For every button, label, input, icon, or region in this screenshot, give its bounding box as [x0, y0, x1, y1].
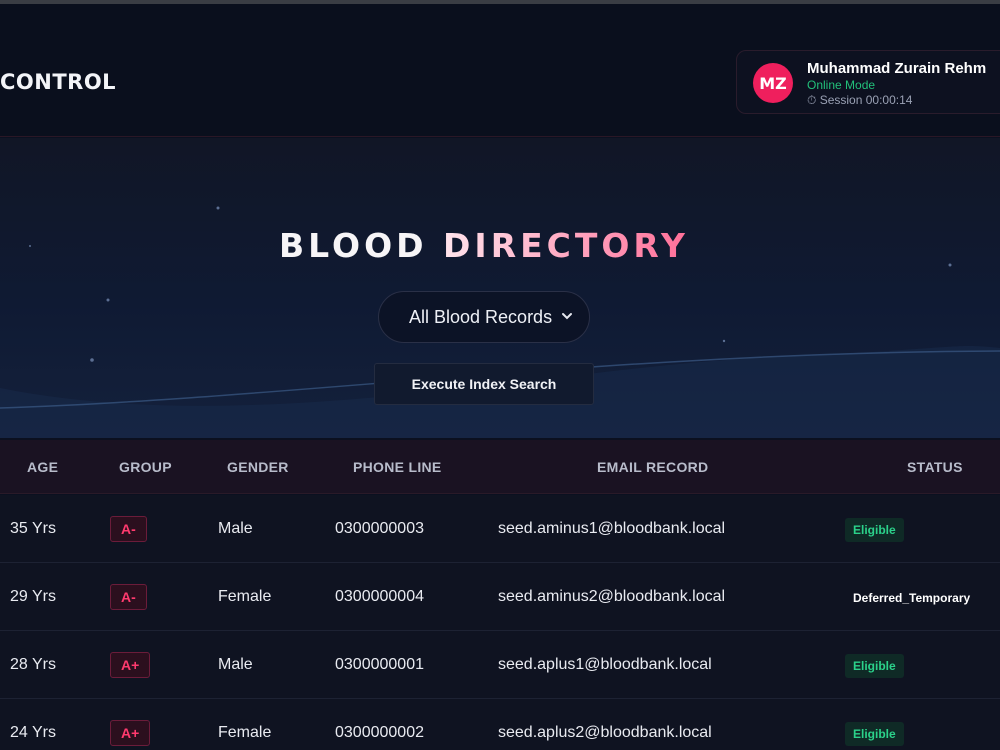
- status-badge: Eligible: [845, 722, 904, 746]
- table-row[interactable]: 24 Yrs A+ Female 0300000002 seed.aplus2@…: [0, 699, 1000, 750]
- email-cell: seed.aplus2@bloodbank.local: [498, 724, 712, 741]
- gender-cell: Female: [218, 588, 272, 605]
- email-cell: seed.aminus2@bloodbank.local: [498, 588, 726, 605]
- age-cell: 35 Yrs: [10, 520, 56, 537]
- donor-table-body: 35 Yrs A- Male 0300000003 seed.aminus1@b…: [0, 495, 1000, 750]
- age-cell: 29 Yrs: [10, 588, 56, 605]
- table-row[interactable]: 28 Yrs A+ Male 0300000001 seed.aplus1@bl…: [0, 631, 1000, 699]
- phone-cell: 0300000002: [335, 724, 424, 741]
- column-header-gender[interactable]: GENDER: [227, 459, 289, 475]
- table-row[interactable]: 35 Yrs A- Male 0300000003 seed.aminus1@b…: [0, 495, 1000, 563]
- brand-title: CONTROL: [0, 70, 117, 94]
- column-header-phone[interactable]: PHONE LINE: [353, 459, 442, 475]
- column-header-email[interactable]: EMAIL RECORD: [597, 459, 708, 475]
- status-badge: Deferred_Temporary: [853, 591, 971, 605]
- blood-group-badge: A+: [110, 720, 151, 746]
- table-row[interactable]: 29 Yrs A- Female 0300000004 seed.aminus2…: [0, 563, 1000, 631]
- column-header-age[interactable]: AGE: [27, 459, 58, 475]
- status-badge: Eligible: [845, 654, 904, 678]
- chevron-down-icon: [562, 313, 572, 320]
- gender-cell: Female: [218, 724, 272, 741]
- status-badge: Eligible: [845, 518, 904, 542]
- user-profile-card[interactable]: MZ Muhammad Zurain Rehm Online Mode ⏱ Se…: [736, 50, 1000, 114]
- email-cell: seed.aplus1@bloodbank.local: [498, 656, 712, 673]
- table-header: AGE GROUP GENDER PHONE LINE EMAIL RECORD…: [0, 440, 1000, 494]
- execute-index-search-button[interactable]: Execute Index Search: [374, 363, 594, 405]
- hero-section: BLOOD DIRECTORY All Blood Records Execut…: [0, 138, 1000, 438]
- filter-selected-value: All Blood Records: [409, 306, 553, 327]
- blood-group-badge: A-: [110, 584, 147, 610]
- age-cell: 28 Yrs: [10, 656, 56, 673]
- app-header: CONTROL MZ Muhammad Zurain Rehm Online M…: [0, 4, 1000, 137]
- page-title-part1: BLOOD: [279, 226, 444, 265]
- column-header-group[interactable]: GROUP: [119, 459, 172, 475]
- page-title: BLOOD DIRECTORY: [0, 226, 968, 265]
- phone-cell: 0300000003: [335, 520, 424, 537]
- age-cell: 24 Yrs: [10, 724, 56, 741]
- email-cell: seed.aminus1@bloodbank.local: [498, 520, 726, 537]
- blood-group-badge: A+: [110, 652, 151, 678]
- phone-cell: 0300000001: [335, 656, 424, 673]
- user-name: Muhammad Zurain Rehm: [807, 60, 987, 77]
- page-title-accent: DIRECTORY: [443, 226, 689, 265]
- user-mode-status: Online Mode: [807, 78, 876, 92]
- column-header-status[interactable]: STATUS: [907, 459, 963, 475]
- blood-group-badge: A-: [110, 516, 147, 542]
- phone-cell: 0300000004: [335, 588, 424, 605]
- gender-cell: Male: [218, 656, 253, 673]
- session-timer: ⏱ Session 00:00:14: [807, 93, 913, 107]
- avatar: MZ: [753, 63, 793, 103]
- blood-records-filter-select[interactable]: All Blood Records: [378, 291, 590, 343]
- gender-cell: Male: [218, 520, 253, 537]
